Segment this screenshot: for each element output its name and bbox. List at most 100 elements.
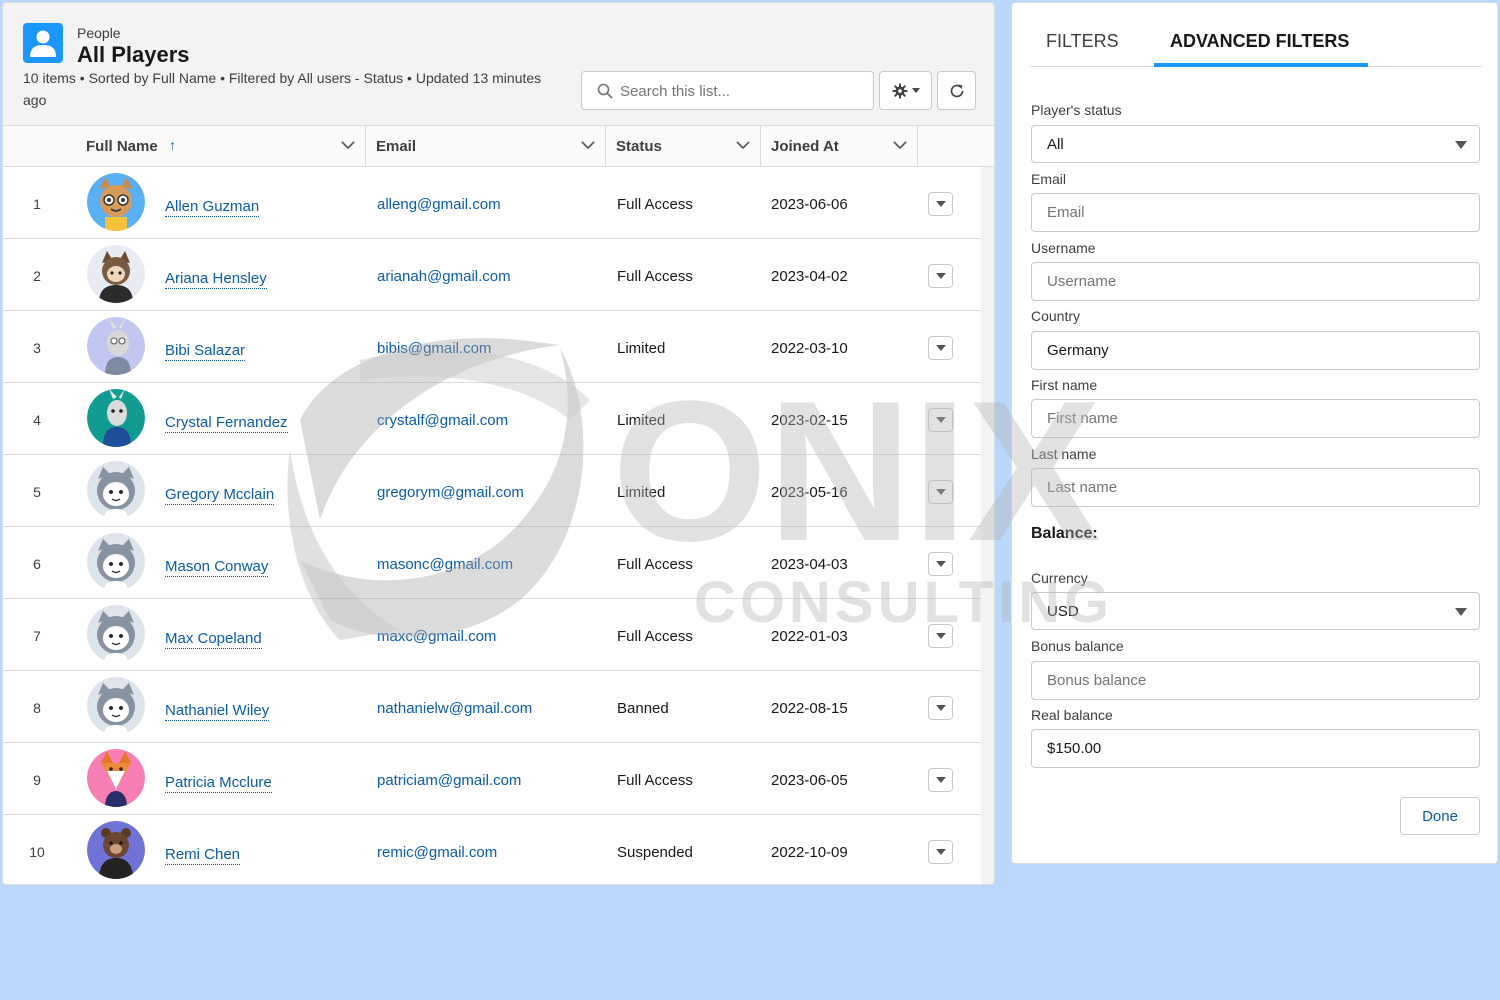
player-status: Full Access xyxy=(617,268,693,285)
avatar xyxy=(87,461,145,519)
row-actions-button[interactable] xyxy=(928,552,953,576)
player-email-link[interactable]: bibis@gmail.com xyxy=(377,340,491,357)
row-number: 10 xyxy=(29,844,45,860)
person-icon xyxy=(23,23,63,63)
column-header-full-name[interactable]: Full Name ↑ xyxy=(3,126,366,166)
player-status: Limited xyxy=(617,484,666,501)
player-name-link[interactable]: Mason Conway xyxy=(165,558,269,577)
chevron-down-icon[interactable] xyxy=(893,141,907,150)
column-label: Status xyxy=(616,138,662,155)
tab-filters[interactable]: FILTERS xyxy=(1046,31,1119,52)
username-field[interactable] xyxy=(1031,262,1480,301)
table-row[interactable]: 3 Bibi Salazar bibis@gmail.com Limited 2… xyxy=(3,311,981,383)
chevron-down-icon[interactable] xyxy=(341,141,355,150)
player-status: Full Access xyxy=(617,772,693,789)
player-name-link[interactable]: Crystal Fernandez xyxy=(165,414,288,433)
player-email-link[interactable]: masonc@gmail.com xyxy=(377,556,513,573)
player-status: Suspended xyxy=(617,844,693,861)
column-header-email[interactable]: Email xyxy=(366,126,606,166)
bonus-balance-field[interactable] xyxy=(1031,661,1480,700)
list-settings-button[interactable] xyxy=(879,71,932,110)
player-email-link[interactable]: alleng@gmail.com xyxy=(377,196,501,213)
search-input[interactable] xyxy=(620,80,860,102)
last-name-label: Last name xyxy=(1031,446,1097,462)
row-actions-button[interactable] xyxy=(928,840,953,864)
joined-date: 2022-03-10 xyxy=(771,340,848,357)
real-balance-field[interactable] xyxy=(1031,729,1480,768)
chevron-down-icon[interactable] xyxy=(736,141,750,150)
row-number: 1 xyxy=(33,196,41,212)
last-name-field[interactable] xyxy=(1031,468,1480,507)
email-field[interactable] xyxy=(1031,193,1480,232)
table-row[interactable]: 8 Nathaniel Wiley nathanielw@gmail.com B… xyxy=(3,671,981,743)
player-email-link[interactable]: crystalf@gmail.com xyxy=(377,412,508,429)
player-email-link[interactable]: maxc@gmail.com xyxy=(377,628,496,645)
username-label: Username xyxy=(1031,240,1096,256)
player-status: Full Access xyxy=(617,628,693,645)
joined-date: 2023-06-05 xyxy=(771,772,848,789)
object-eyebrow: People xyxy=(77,25,121,41)
player-name-link[interactable]: Bibi Salazar xyxy=(165,342,246,361)
search-list[interactable] xyxy=(581,71,874,110)
player-status: Limited xyxy=(617,412,666,429)
table-row[interactable]: 4 Crystal Fernandez crystalf@gmail.com L… xyxy=(3,383,981,455)
player-name-link[interactable]: Nathaniel Wiley xyxy=(165,702,270,721)
row-actions-button[interactable] xyxy=(928,768,953,792)
player-name-link[interactable]: Patricia Mcclure xyxy=(165,774,272,793)
avatar xyxy=(87,677,145,735)
avatar xyxy=(87,533,145,591)
avatar xyxy=(87,245,145,303)
player-email-link[interactable]: gregorym@gmail.com xyxy=(377,484,524,501)
caret-down-icon xyxy=(935,489,946,495)
first-name-field[interactable] xyxy=(1031,399,1480,438)
player-name-link[interactable]: Max Copeland xyxy=(165,630,262,649)
player-email-link[interactable]: remic@gmail.com xyxy=(377,844,497,861)
scrollbar[interactable] xyxy=(981,167,994,884)
refresh-button[interactable] xyxy=(937,71,976,110)
chevron-down-icon[interactable] xyxy=(581,141,595,150)
player-name-link[interactable]: Remi Chen xyxy=(165,846,241,865)
player-email-link[interactable]: arianah@gmail.com xyxy=(377,268,511,285)
tab-advanced-filters[interactable]: ADVANCED FILTERS xyxy=(1170,31,1349,52)
row-actions-button[interactable] xyxy=(928,336,953,360)
page-title: All Players xyxy=(77,42,190,67)
player-email-link[interactable]: nathanielw@gmail.com xyxy=(377,700,532,717)
player-email-link[interactable]: patriciam@gmail.com xyxy=(377,772,521,789)
table-row[interactable]: 10 Remi Chen remic@gmail.com Suspended 2… xyxy=(3,815,981,884)
row-actions-button[interactable] xyxy=(928,192,953,216)
active-tab-indicator xyxy=(1154,63,1368,67)
column-header-joined-at[interactable]: Joined At xyxy=(761,126,918,166)
table-row[interactable]: 5 Gregory Mcclain gregorym@gmail.com Lim… xyxy=(3,455,981,527)
table-row[interactable]: 1 Allen Guzman alleng@gmail.com Full Acc… xyxy=(3,167,981,239)
row-actions-button[interactable] xyxy=(928,264,953,288)
email-label: Email xyxy=(1031,171,1067,187)
row-actions-button[interactable] xyxy=(928,696,953,720)
row-actions-button[interactable] xyxy=(928,408,953,432)
row-actions-button[interactable] xyxy=(928,480,953,504)
list-header: People All Players 10 items • Sorted by … xyxy=(3,3,994,126)
joined-date: 2023-02-15 xyxy=(771,412,848,429)
country-field[interactable] xyxy=(1031,331,1480,370)
player-name-link[interactable]: Allen Guzman xyxy=(165,198,260,217)
avatar xyxy=(87,821,145,879)
table-row[interactable]: 2 Ariana Hensley arianah@gmail.com Full … xyxy=(3,239,981,311)
row-actions-button[interactable] xyxy=(928,624,953,648)
real-balance-label: Real balance xyxy=(1031,707,1113,723)
refresh-icon xyxy=(950,84,963,97)
player-status-label: Player's status xyxy=(1031,102,1122,118)
player-name-link[interactable]: Ariana Hensley xyxy=(165,270,267,289)
table-row[interactable]: 7 Max Copeland maxc@gmail.com Full Acces… xyxy=(3,599,981,671)
caret-down-icon xyxy=(935,345,946,351)
done-button[interactable]: Done xyxy=(1400,797,1480,835)
caret-down-icon xyxy=(911,88,920,93)
player-name-link[interactable]: Gregory Mcclain xyxy=(165,486,275,505)
joined-date: 2022-08-15 xyxy=(771,700,848,717)
joined-date: 2022-10-09 xyxy=(771,844,848,861)
balance-heading: Balance: xyxy=(1031,525,1098,542)
caret-down-icon xyxy=(935,561,946,567)
table-row[interactable]: 6 Mason Conway masonc@gmail.com Full Acc… xyxy=(3,527,981,599)
column-header-status[interactable]: Status xyxy=(606,126,761,166)
player-status-select[interactable]: All xyxy=(1031,125,1480,163)
table-row[interactable]: 9 Patricia Mcclure patriciam@gmail.com F… xyxy=(3,743,981,815)
currency-select[interactable]: USD xyxy=(1031,592,1480,630)
